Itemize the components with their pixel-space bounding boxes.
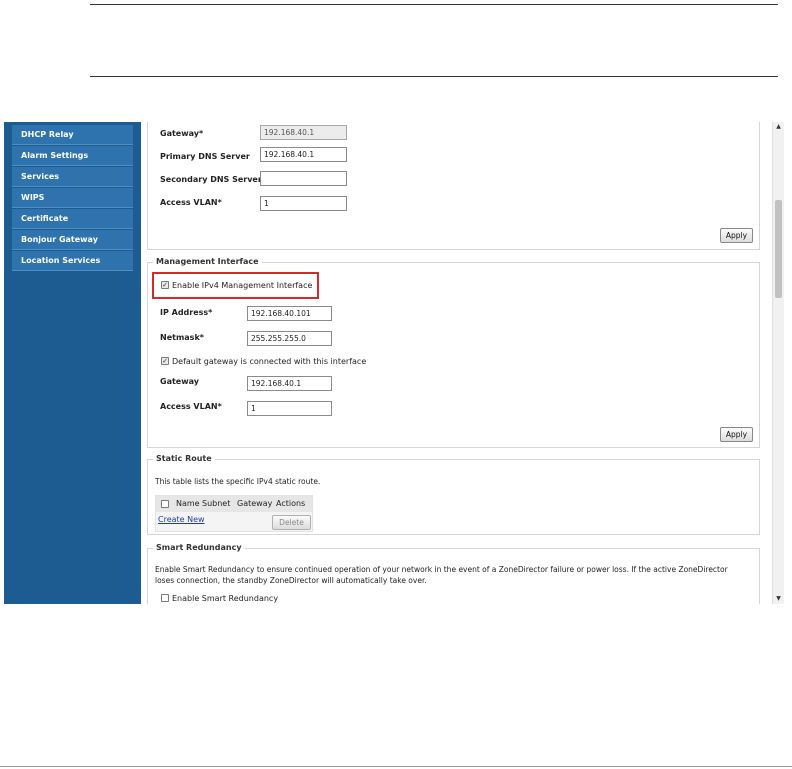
- management-interface-section: Management Interface ✓ Enable IPv4 Manag…: [147, 257, 760, 448]
- sidebar-item-services[interactable]: Services: [12, 167, 133, 187]
- sidebar-item-certificate[interactable]: Certificate: [12, 209, 133, 229]
- enable-management-checkbox[interactable]: ✓: [161, 281, 169, 289]
- primary-dns-input[interactable]: 192.168.40.1: [260, 147, 347, 162]
- page-top-rule: [90, 4, 778, 5]
- apply-button[interactable]: Apply: [720, 228, 753, 243]
- page-bottom-rule: [0, 766, 792, 767]
- smart-redundancy-description-line2: loses connection, the standby ZoneDirect…: [155, 576, 427, 585]
- mgmt-gateway-input[interactable]: 192.168.40.1: [247, 376, 332, 391]
- sidebar-item-bonjour-gateway[interactable]: Bonjour Gateway: [12, 230, 133, 250]
- primary-dns-label: Primary DNS Server: [160, 152, 250, 161]
- create-new-link[interactable]: Create New: [158, 515, 205, 524]
- static-route-legend: Static Route: [153, 454, 215, 463]
- scroll-up-icon[interactable]: ▲: [773, 122, 784, 132]
- page-header-rule: [90, 76, 778, 77]
- column-header-actions: Actions: [276, 499, 306, 508]
- access-vlan-label: Access VLAN*: [160, 198, 222, 207]
- column-header-name: Name: [176, 499, 200, 508]
- device-ip-settings: Gateway* 192.168.40.1 Primary DNS Server…: [147, 122, 760, 250]
- smart-redundancy-section: Smart Redundancy Enable Smart Redundancy…: [147, 543, 760, 604]
- table-header: Name Subnet Gateway Actions: [156, 496, 312, 512]
- gateway-input: 192.168.40.1: [260, 125, 347, 140]
- mgmt-apply-button[interactable]: Apply: [720, 427, 753, 442]
- mgmt-access-vlan-label: Access VLAN*: [160, 402, 222, 411]
- static-route-table: Name Subnet Gateway Actions Create New D…: [155, 495, 313, 532]
- mgmt-gateway-label: Gateway: [160, 377, 199, 386]
- sidebar-item-dhcp-relay[interactable]: DHCP Relay: [12, 125, 133, 145]
- sidebar-item-wips[interactable]: WIPS: [12, 188, 133, 208]
- select-all-checkbox[interactable]: [161, 500, 169, 508]
- ip-address-label: IP Address*: [160, 308, 213, 317]
- default-gateway-label: Default gateway is connected with this i…: [172, 357, 367, 366]
- column-header-gateway: Gateway: [237, 499, 273, 508]
- checkmark-icon: ✓: [162, 281, 168, 289]
- smart-redundancy-description-line1: Enable Smart Redundancy to ensure contin…: [155, 565, 728, 574]
- sidebar: DHCP Relay Alarm Settings Services WIPS …: [4, 122, 141, 604]
- enable-smart-redundancy-label: Enable Smart Redundancy: [172, 594, 279, 603]
- scrollbar-thumb[interactable]: [775, 200, 782, 298]
- gateway-label: Gateway*: [160, 129, 204, 138]
- scroll-down-icon[interactable]: ▼: [773, 594, 784, 604]
- netmask-label: Netmask*: [160, 333, 204, 342]
- ip-address-input[interactable]: 192.168.40.101: [247, 306, 332, 321]
- management-interface-legend: Management Interface: [153, 257, 262, 266]
- sidebar-item-location-services[interactable]: Location Services: [12, 251, 133, 271]
- static-route-section: Static Route This table lists the specif…: [147, 454, 760, 535]
- default-gateway-checkbox[interactable]: ✓: [161, 357, 169, 365]
- static-route-description: This table lists the specific IPv4 stati…: [155, 477, 321, 486]
- secondary-dns-label: Secondary DNS Server: [160, 175, 262, 184]
- delete-button[interactable]: Delete: [272, 515, 311, 530]
- mgmt-access-vlan-input[interactable]: 1: [247, 401, 332, 416]
- enable-management-label: Enable IPv4 Management Interface: [172, 281, 313, 290]
- smart-redundancy-legend: Smart Redundancy: [153, 543, 245, 552]
- access-vlan-input[interactable]: 1: [260, 196, 347, 211]
- enable-smart-redundancy-checkbox[interactable]: [161, 594, 169, 602]
- column-header-subnet: Subnet: [202, 499, 231, 508]
- netmask-input[interactable]: 255.255.255.0: [247, 331, 332, 346]
- vertical-scrollbar[interactable]: ▲ ▼: [772, 122, 784, 604]
- main-content: Gateway* 192.168.40.1 Primary DNS Server…: [147, 122, 763, 604]
- screenshot-window: DHCP Relay Alarm Settings Services WIPS …: [4, 122, 784, 604]
- sidebar-item-alarm-settings[interactable]: Alarm Settings: [12, 146, 133, 166]
- secondary-dns-input[interactable]: [260, 171, 347, 186]
- checkmark-icon: ✓: [162, 357, 168, 365]
